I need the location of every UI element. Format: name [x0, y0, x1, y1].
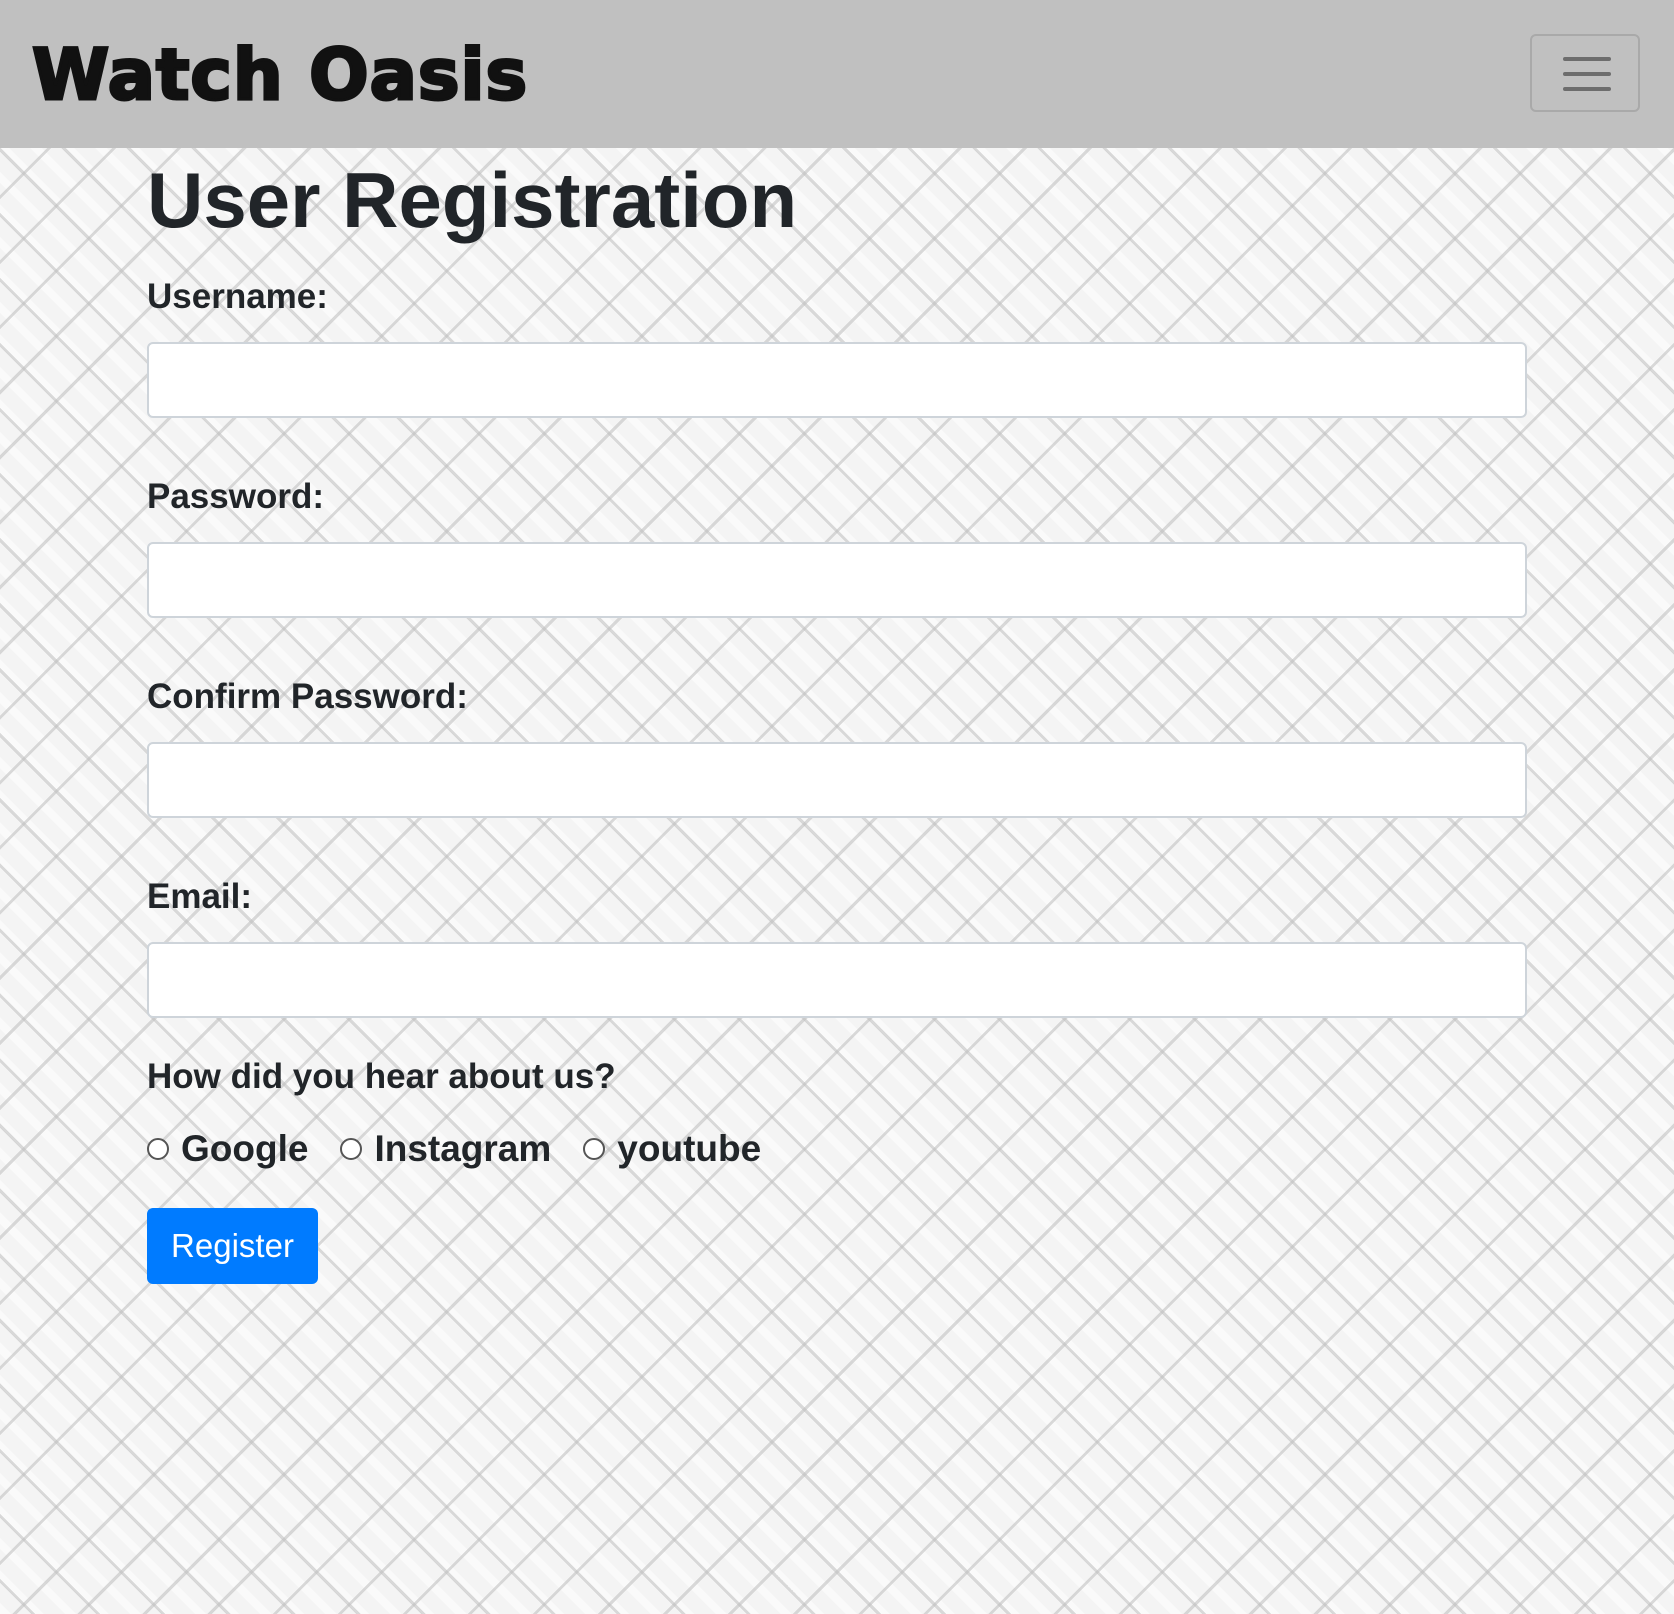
password-label: Password: [147, 477, 324, 516]
email-group: Email: [147, 876, 1527, 1018]
referral-options: Google Instagram youtube [147, 1126, 1527, 1172]
referral-question: How did you hear about us? [147, 1057, 616, 1096]
radio-label-google: Google [181, 1128, 309, 1169]
register-button[interactable]: Register [147, 1208, 318, 1284]
referral-option-youtube[interactable]: youtube [583, 1126, 761, 1172]
radio-label-instagram: Instagram [374, 1128, 552, 1169]
username-group: Username: [147, 276, 1527, 418]
radio-label-youtube: youtube [617, 1128, 762, 1169]
radio-button-instagram[interactable] [340, 1138, 363, 1160]
radio-button-youtube[interactable] [583, 1138, 606, 1160]
brand-logo[interactable]: Watch Oasis [30, 30, 528, 120]
registration-form: Username: Password: Confirm Password: Em… [147, 276, 1527, 1284]
email-input[interactable] [147, 942, 1527, 1018]
username-input[interactable] [147, 342, 1527, 418]
password-group: Password: [147, 476, 1527, 618]
referral-option-google[interactable]: Google [147, 1126, 308, 1172]
hamburger-menu-icon-bar [1563, 87, 1611, 91]
confirm-password-label: Confirm Password: [147, 677, 468, 716]
password-input[interactable] [147, 542, 1527, 618]
page-title: User Registration [147, 156, 798, 244]
hamburger-menu-icon [1563, 57, 1611, 61]
hamburger-menu-icon-bar [1563, 72, 1611, 76]
registration-container: User Registration Username: Password: Co… [147, 148, 1527, 1284]
confirm-password-group: Confirm Password: [147, 676, 1527, 818]
navbar-toggler-button[interactable] [1530, 34, 1640, 112]
username-label: Username: [147, 277, 328, 316]
email-label: Email: [147, 877, 253, 916]
referral-option-instagram[interactable]: Instagram [340, 1126, 551, 1172]
navbar: Watch Oasis [0, 0, 1674, 148]
radio-button-google[interactable] [147, 1138, 169, 1160]
confirm-password-input[interactable] [147, 742, 1527, 818]
